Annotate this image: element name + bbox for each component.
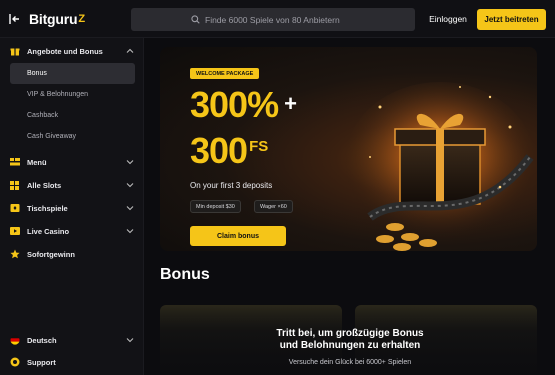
wager-chip: Wager ×60	[254, 200, 293, 213]
sidebar-item-table-games[interactable]: Tischspiele	[0, 197, 144, 219]
free-spins-heading: 300 FS	[190, 127, 268, 171]
live-icon	[9, 226, 20, 237]
sidebar-item-menu[interactable]: Menü	[0, 151, 144, 173]
overlay-subtitle: Versuche dein Glück bei 6000+ Spielen	[288, 359, 412, 366]
sidebar-subitem-cash-giveaway[interactable]: Cash Giveaway	[10, 126, 135, 147]
logo-text: Bitguru	[29, 11, 78, 27]
sidebar-item-support[interactable]: Support	[0, 351, 144, 373]
free-spins-label: FS	[249, 138, 269, 155]
sidebar-subitem-bonus[interactable]: Bonus	[10, 63, 135, 84]
sidebar-subitem-vip[interactable]: VIP & Belohnungen	[10, 84, 135, 105]
language-selector[interactable]: Deutsch	[0, 329, 144, 351]
claim-bonus-button[interactable]: Claim bonus	[190, 226, 286, 246]
login-button[interactable]: Einloggen	[424, 10, 472, 28]
chevron-up-icon	[126, 47, 134, 55]
overlay-title-line2: und Belohnungen zu erhalten	[279, 340, 421, 351]
free-spins-count: 300	[190, 130, 248, 171]
welcome-banner: WELCOME PACKAGE 300% + 300 FS On your firs…	[160, 47, 537, 251]
logo-tail: Z	[78, 13, 85, 25]
gift-box-illustration	[345, 82, 535, 251]
hero-subtitle: On your first 3 deposits	[190, 181, 273, 190]
chevron-down-icon	[126, 158, 134, 166]
menu-icon	[9, 157, 20, 168]
main-content: WELCOME PACKAGE 300% + 300 FS On your firs…	[145, 38, 555, 375]
search-bar[interactable]	[131, 8, 415, 31]
cards-icon	[9, 203, 20, 214]
sidebar-item-label: Alle Slots	[27, 180, 62, 190]
sidebar-item-label: Menü	[27, 157, 47, 167]
sidebar-item-instant-win[interactable]: Sofortgewinn	[0, 243, 144, 265]
gift-icon	[9, 46, 20, 57]
sidebar-subitem-cashback[interactable]: Cashback	[10, 105, 135, 126]
search-input[interactable]	[205, 14, 355, 25]
chevron-down-icon	[126, 181, 134, 189]
bonus-percent-heading: 300% +	[190, 84, 297, 125]
sidebar: Angebote und Bonus Bonus VIP & Belohnung…	[0, 38, 144, 375]
section-title: Bonus	[160, 266, 210, 283]
sidebar-item-offers[interactable]: Angebote und Bonus	[0, 40, 144, 62]
overlay-title-line1: Tritt bei, um großzügige Bonus	[276, 328, 424, 339]
language-label: Deutsch	[27, 335, 57, 345]
sidebar-item-label: Support	[27, 357, 56, 367]
top-header: BitguruZ Einloggen Jetzt beitreten	[0, 0, 555, 38]
sidebar-item-all-slots[interactable]: Alle Slots	[0, 174, 144, 196]
grid-icon	[9, 180, 20, 191]
plus-sign: +	[284, 91, 297, 116]
join-button[interactable]: Jetzt beitreten	[477, 9, 546, 30]
sidebar-item-live-casino[interactable]: Live Casino	[0, 220, 144, 242]
chevron-down-icon	[126, 204, 134, 212]
logo[interactable]: Bitguru Z	[29, 10, 85, 28]
search-icon	[191, 11, 200, 29]
sidebar-item-label: Live Casino	[27, 226, 70, 236]
min-deposit-chip: Min deposit $30	[190, 200, 241, 213]
german-flag-icon	[9, 335, 20, 346]
sidebar-item-label: Angebote und Bonus	[27, 46, 103, 56]
welcome-package-badge: WELCOME PACKAGE	[190, 68, 260, 79]
chevron-down-icon	[126, 336, 134, 344]
collapse-sidebar-icon[interactable]	[8, 12, 22, 26]
star-icon	[9, 249, 20, 260]
chevron-down-icon	[126, 227, 134, 235]
sidebar-item-label: Sofortgewinn	[27, 249, 75, 259]
bonus-percent: 300%	[190, 84, 279, 125]
support-icon	[9, 357, 20, 368]
sidebar-item-label: Tischspiele	[27, 203, 68, 213]
